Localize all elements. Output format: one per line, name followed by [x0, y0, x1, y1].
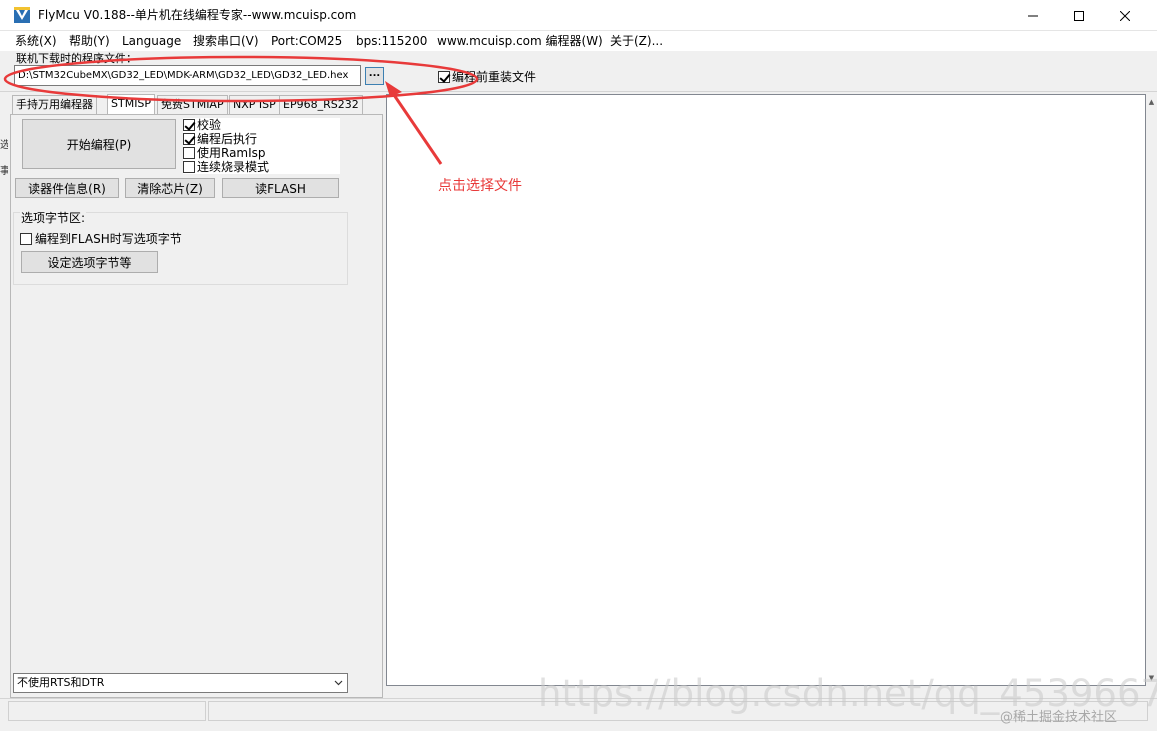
option-verify[interactable]: 校验	[183, 118, 340, 132]
option-label: 连续烧录模式	[197, 160, 270, 174]
title-bar: FlyMcu V0.188--单片机在线编程专家--www.mcuisp.com	[0, 0, 1157, 31]
scroll-up-icon[interactable]: ▲	[1146, 96, 1157, 108]
read-device-info-button[interactable]: 读器件信息(R)	[15, 178, 119, 198]
menu-bps[interactable]: bps:115200	[356, 33, 427, 49]
option-label: 使用RamIsp	[197, 146, 266, 160]
watermark-credit: @稀土掘金技术社区	[1000, 710, 1118, 725]
option-continuous-mode[interactable]: 连续烧录模式	[183, 160, 340, 174]
rts-dtr-select[interactable]: 不使用RTS和DTR	[13, 673, 348, 693]
menu-help[interactable]: 帮助(Y)	[69, 33, 110, 49]
start-programming-button[interactable]: 开始编程(P)	[22, 119, 176, 169]
tab-ep968-rs232[interactable]: EP968_RS232	[279, 95, 363, 114]
minimize-icon	[1028, 15, 1038, 16]
tab-free-stmiap[interactable]: 免费STMIAP	[157, 95, 228, 114]
option-bytes-title: 选项字节区:	[20, 209, 87, 226]
status-cell	[8, 701, 206, 721]
minimize-button[interactable]	[1010, 0, 1056, 31]
verify-checkbox[interactable]	[183, 119, 195, 131]
tab-nxp-isp[interactable]: NXP ISP	[229, 95, 280, 114]
program-options: 校验 编程后执行 使用RamIsp 连续烧录模式	[183, 118, 340, 174]
menu-port[interactable]: Port:COM25	[271, 33, 342, 49]
option-run-after-program[interactable]: 编程后执行	[183, 132, 340, 146]
separator	[0, 91, 1157, 92]
erase-chip-button[interactable]: 清除芯片(Z)	[125, 178, 215, 198]
menu-language[interactable]: Language	[122, 33, 181, 49]
tab-stmisp[interactable]: STMISP	[107, 94, 156, 114]
app-icon	[14, 7, 30, 23]
option-label: 校验	[197, 118, 222, 132]
background-window-strip: 选 事	[0, 118, 8, 638]
strip-glyph: 事	[0, 166, 8, 177]
browse-button[interactable]: ...	[365, 67, 384, 85]
rts-dtr-value: 不使用RTS和DTR	[17, 676, 105, 689]
menu-about[interactable]: 关于(Z)...	[610, 33, 663, 49]
maximize-icon	[1074, 10, 1084, 21]
menu-system[interactable]: 系统(X)	[15, 33, 57, 49]
reload-checkbox[interactable]	[438, 70, 450, 83]
close-icon	[1120, 10, 1130, 21]
menu-bar: 系统(X) 帮助(Y) Language 搜索串口(V) Port:COM25 …	[0, 31, 1157, 51]
window-title: FlyMcu V0.188--单片机在线编程专家--www.mcuisp.com	[38, 8, 357, 22]
ramisp-checkbox[interactable]	[183, 147, 195, 159]
file-path-field[interactable]: D:\STM32CubeMX\GD32_LED\MDK-ARM\GD32_LED…	[14, 65, 361, 86]
set-option-bytes-button[interactable]: 设定选项字节等	[21, 251, 158, 273]
option-use-ramisp[interactable]: 使用RamIsp	[183, 146, 340, 160]
option-label: 编程后执行	[197, 132, 258, 146]
reload-before-program-option[interactable]: 编程前重装文件	[438, 68, 536, 85]
read-flash-button[interactable]: 读FLASH	[222, 178, 339, 198]
annotation-text: 点击选择文件	[438, 178, 522, 194]
file-label: 联机下载时的程序文件：	[16, 52, 137, 65]
log-scrollbar[interactable]: ▲ ▼	[1146, 94, 1157, 686]
close-button[interactable]	[1102, 0, 1148, 31]
reload-label: 编程前重装文件	[452, 70, 537, 84]
write-option-bytes-checkbox[interactable]	[20, 232, 32, 245]
write-option-bytes-label: 编程到FLASH时写选项字节	[35, 232, 182, 246]
chevron-down-icon	[330, 674, 347, 692]
strip-glyph: 选	[0, 140, 8, 151]
run-after-checkbox[interactable]	[183, 133, 195, 145]
continuous-checkbox[interactable]	[183, 161, 195, 173]
write-option-bytes-option[interactable]: 编程到FLASH时写选项字节	[20, 230, 182, 247]
maximize-button[interactable]	[1056, 0, 1102, 31]
menu-programmer[interactable]: www.mcuisp.com 编程器(W)	[437, 33, 603, 49]
menu-search-port[interactable]: 搜索串口(V)	[193, 33, 259, 49]
tab-handheld-programmer[interactable]: 手持万用编程器	[12, 95, 97, 114]
stmisp-panel	[10, 114, 383, 698]
